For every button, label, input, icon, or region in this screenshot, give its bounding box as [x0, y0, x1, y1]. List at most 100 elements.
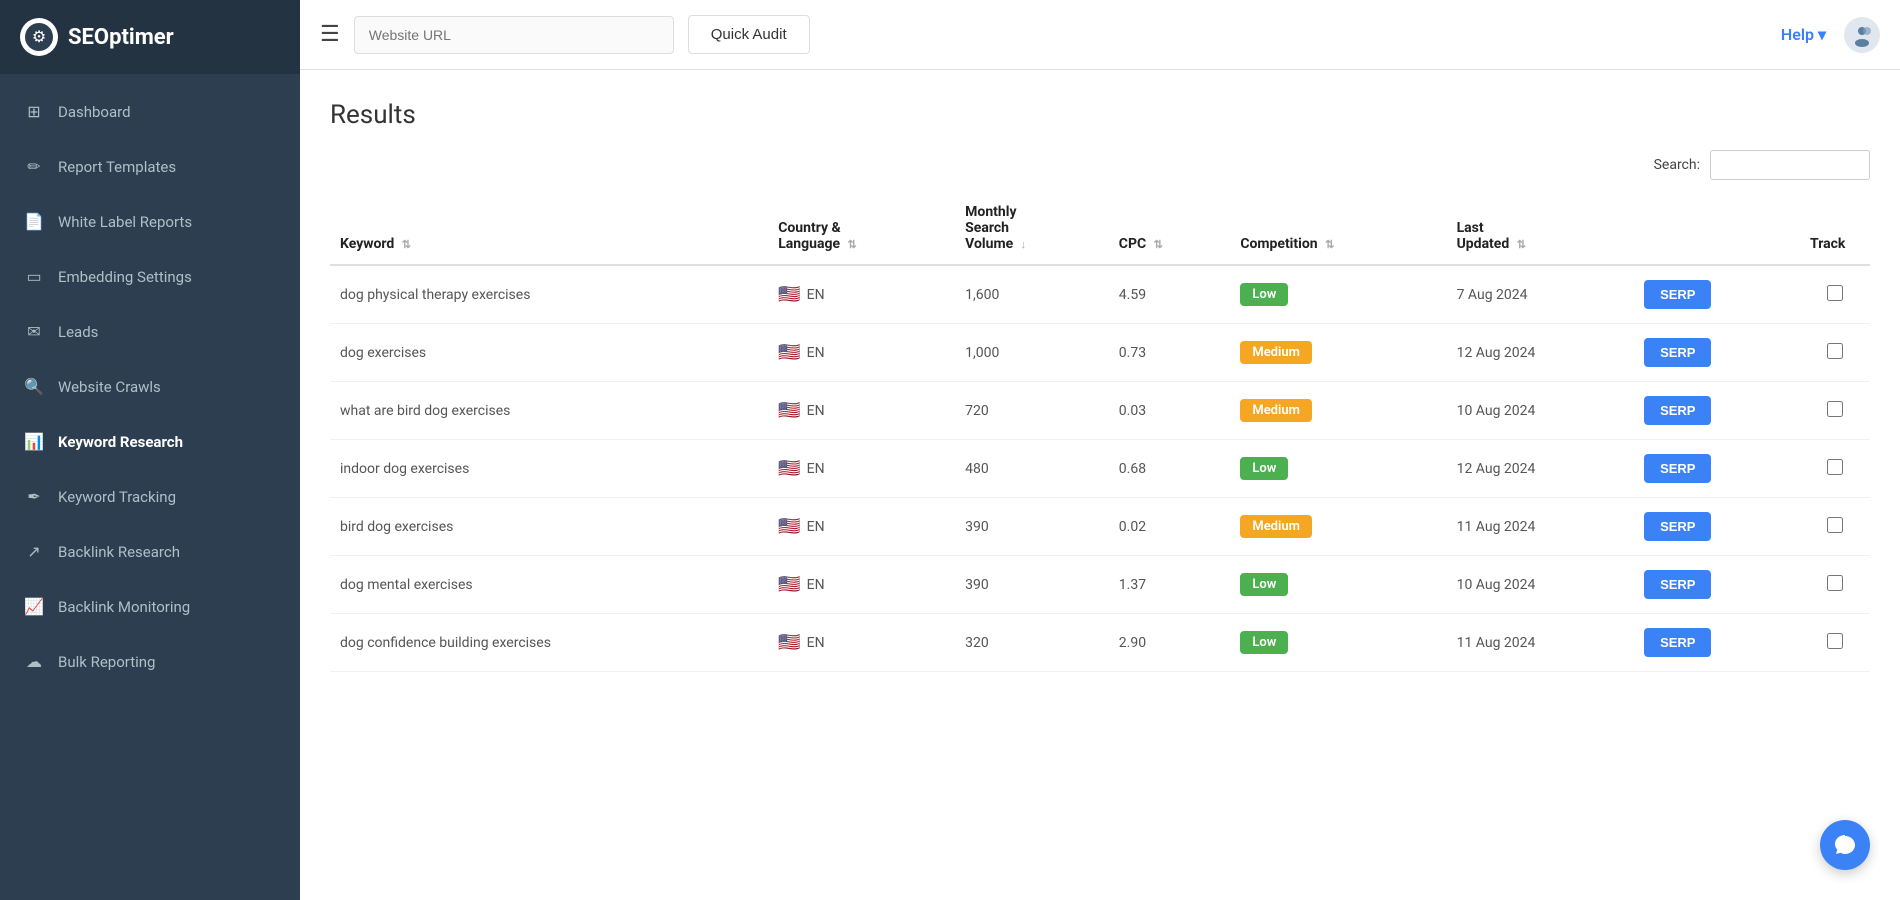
sidebar-item-keyword-tracking[interactable]: ✒Keyword Tracking [0, 469, 300, 524]
help-button[interactable]: Help ▾ [1781, 25, 1826, 44]
content-area: Results Search: Keyword ⇅ Country &Langu… [300, 70, 1900, 900]
cell-competition-3: Low [1230, 440, 1446, 498]
cell-updated-1: 12 Aug 2024 [1447, 324, 1634, 382]
flag-icon-2: 🇺🇸 [778, 400, 800, 421]
sidebar-item-white-label-reports[interactable]: 📄White Label Reports [0, 194, 300, 249]
cell-cpc-6: 2.90 [1109, 614, 1231, 672]
track-checkbox-3[interactable] [1827, 459, 1843, 475]
competition-badge-3: Low [1240, 457, 1288, 480]
serp-button-5[interactable]: SERP [1644, 570, 1711, 599]
table-header: Keyword ⇅ Country &Language ⇅ MonthlySea… [330, 192, 1870, 265]
cell-track-5 [1800, 556, 1870, 614]
logo[interactable]: ⚙ SEOptimer [0, 0, 300, 74]
sort-icon-volume[interactable]: ↓ [1021, 238, 1027, 251]
cell-country-0: 🇺🇸 EN [768, 265, 955, 324]
sidebar-nav: ⊞Dashboard✏Report Templates📄White Label … [0, 74, 300, 900]
results-title: Results [330, 100, 1870, 130]
serp-button-6[interactable]: SERP [1644, 628, 1711, 657]
lang-2: EN [807, 403, 825, 419]
track-checkbox-2[interactable] [1827, 401, 1843, 417]
col-volume: MonthlySearchVolume ↓ [955, 192, 1109, 265]
sidebar-item-bulk-reporting[interactable]: ☁Bulk Reporting [0, 634, 300, 689]
table-row: dog mental exercises 🇺🇸 EN 390 1.37 Low … [330, 556, 1870, 614]
search-label: Search: [1654, 157, 1700, 173]
sidebar-item-keyword-research[interactable]: 📊Keyword Research [0, 414, 300, 469]
topbar-right: Help ▾ [1781, 17, 1880, 53]
cell-track-4 [1800, 498, 1870, 556]
sidebar-label-keyword-research: Keyword Research [58, 433, 183, 451]
serp-button-4[interactable]: SERP [1644, 512, 1711, 541]
cell-updated-3: 12 Aug 2024 [1447, 440, 1634, 498]
search-input[interactable] [1710, 150, 1870, 180]
serp-button-1[interactable]: SERP [1644, 338, 1711, 367]
cell-competition-2: Medium [1230, 382, 1446, 440]
cell-country-6: 🇺🇸 EN [768, 614, 955, 672]
cell-competition-1: Medium [1230, 324, 1446, 382]
table-body: dog physical therapy exercises 🇺🇸 EN 1,6… [330, 265, 1870, 672]
cell-serp-1: SERP [1634, 324, 1800, 382]
cell-volume-4: 390 [955, 498, 1109, 556]
cell-volume-1: 1,000 [955, 324, 1109, 382]
sort-icon-competition[interactable]: ⇅ [1325, 238, 1334, 251]
cell-keyword-1: dog exercises [330, 324, 768, 382]
serp-button-3[interactable]: SERP [1644, 454, 1711, 483]
table-row: dog exercises 🇺🇸 EN 1,000 0.73 Medium 12… [330, 324, 1870, 382]
table-row: indoor dog exercises 🇺🇸 EN 480 0.68 Low … [330, 440, 1870, 498]
sidebar: ⚙ SEOptimer ⊞Dashboard✏Report Templates📄… [0, 0, 300, 900]
nav-icon-backlink-research: ↗ [24, 542, 44, 561]
cell-cpc-5: 1.37 [1109, 556, 1231, 614]
cell-track-0 [1800, 265, 1870, 324]
serp-button-2[interactable]: SERP [1644, 396, 1711, 425]
col-competition: Competition ⇅ [1230, 192, 1446, 265]
nav-icon-white-label-reports: 📄 [24, 212, 44, 231]
sort-icon-keyword[interactable]: ⇅ [402, 238, 411, 251]
url-input[interactable] [354, 16, 674, 54]
cell-country-5: 🇺🇸 EN [768, 556, 955, 614]
cell-serp-4: SERP [1634, 498, 1800, 556]
col-track: Track [1800, 192, 1870, 265]
cell-updated-6: 11 Aug 2024 [1447, 614, 1634, 672]
sidebar-item-embedding-settings[interactable]: ▭Embedding Settings [0, 249, 300, 304]
cell-keyword-2: what are bird dog exercises [330, 382, 768, 440]
track-checkbox-5[interactable] [1827, 575, 1843, 591]
logo-icon: ⚙ [20, 18, 58, 56]
cell-country-1: 🇺🇸 EN [768, 324, 955, 382]
competition-badge-2: Medium [1240, 399, 1312, 422]
cell-volume-0: 1,600 [955, 265, 1109, 324]
menu-toggle-icon[interactable]: ☰ [320, 22, 340, 47]
track-checkbox-6[interactable] [1827, 633, 1843, 649]
sort-icon-country[interactable]: ⇅ [848, 238, 857, 251]
sidebar-item-leads[interactable]: ✉Leads [0, 304, 300, 359]
cell-competition-4: Medium [1230, 498, 1446, 556]
sidebar-item-backlink-monitoring[interactable]: 📈Backlink Monitoring [0, 579, 300, 634]
cell-competition-6: Low [1230, 614, 1446, 672]
sidebar-label-bulk-reporting: Bulk Reporting [58, 653, 155, 671]
lang-0: EN [807, 287, 825, 303]
quick-audit-button[interactable]: Quick Audit [688, 15, 810, 54]
nav-icon-backlink-monitoring: 📈 [24, 597, 44, 616]
cell-keyword-4: bird dog exercises [330, 498, 768, 556]
cell-cpc-3: 0.68 [1109, 440, 1231, 498]
track-checkbox-1[interactable] [1827, 343, 1843, 359]
cell-updated-0: 7 Aug 2024 [1447, 265, 1634, 324]
user-avatar[interactable] [1844, 17, 1880, 53]
cell-volume-6: 320 [955, 614, 1109, 672]
col-serp [1634, 192, 1800, 265]
sidebar-label-backlink-research: Backlink Research [58, 543, 180, 561]
sidebar-item-backlink-research[interactable]: ↗ Backlink Research [0, 524, 300, 579]
serp-button-0[interactable]: SERP [1644, 280, 1711, 309]
sidebar-item-report-templates[interactable]: ✏Report Templates [0, 139, 300, 194]
competition-badge-0: Low [1240, 283, 1288, 306]
sidebar-item-website-crawls[interactable]: 🔍Website Crawls [0, 359, 300, 414]
cell-cpc-2: 0.03 [1109, 382, 1231, 440]
track-checkbox-0[interactable] [1827, 285, 1843, 301]
competition-badge-5: Low [1240, 573, 1288, 596]
cell-country-2: 🇺🇸 EN [768, 382, 955, 440]
sort-icon-updated[interactable]: ⇅ [1517, 238, 1526, 251]
sidebar-item-dashboard[interactable]: ⊞Dashboard [0, 84, 300, 139]
track-checkbox-4[interactable] [1827, 517, 1843, 533]
cell-volume-2: 720 [955, 382, 1109, 440]
sidebar-label-website-crawls: Website Crawls [58, 378, 161, 396]
chat-bubble[interactable] [1820, 820, 1870, 870]
sort-icon-cpc[interactable]: ⇅ [1154, 238, 1163, 251]
